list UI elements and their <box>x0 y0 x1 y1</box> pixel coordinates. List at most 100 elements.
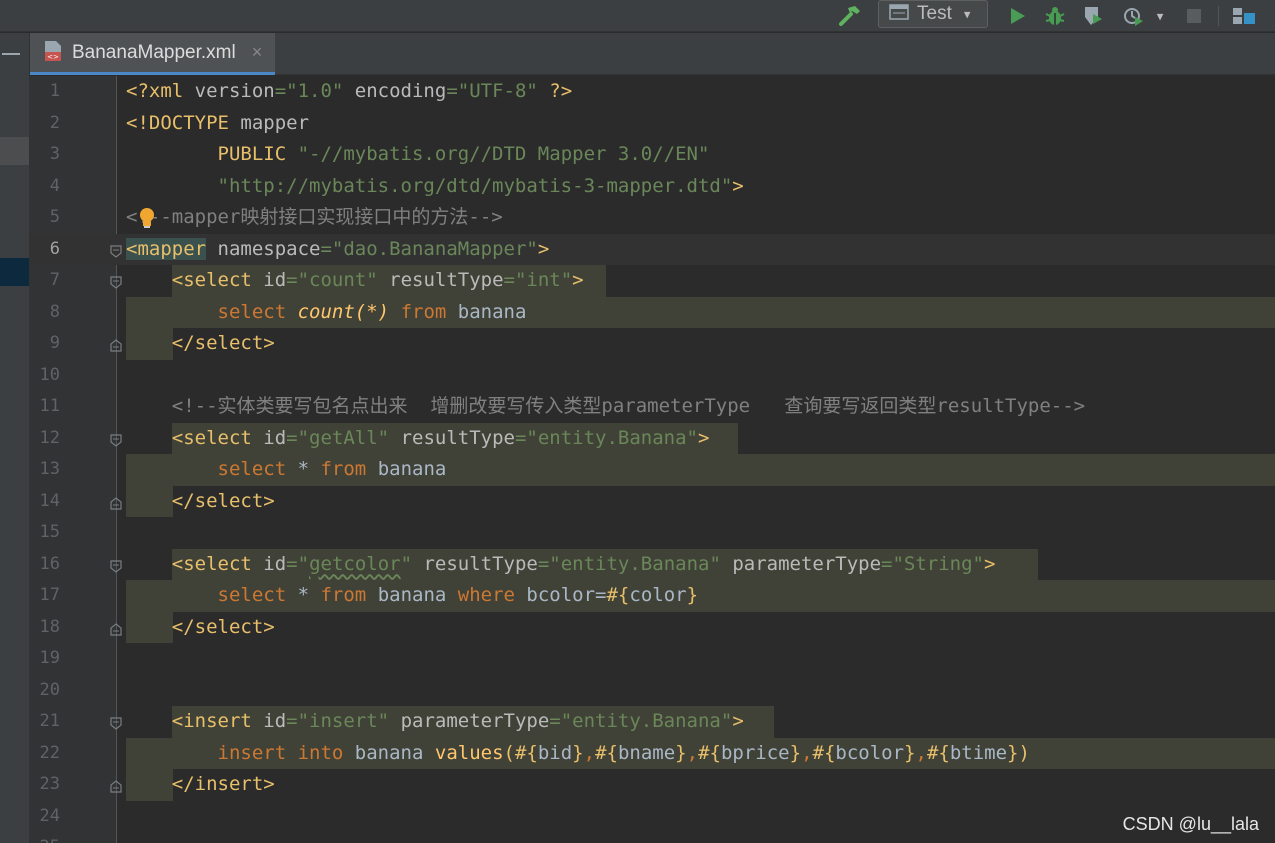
fold-icon[interactable] <box>110 621 122 636</box>
profile-icon[interactable] <box>1120 3 1146 29</box>
project-panel-strip <box>0 33 30 843</box>
line-number: 23 <box>39 774 60 794</box>
code-line: 11 <!--实体类要写包名点出来 增删改要写传入类型parameterType… <box>30 391 1275 423</box>
line-number: 20 <box>39 679 60 700</box>
debug-icon[interactable] <box>1042 3 1068 29</box>
line-number: 8 <box>49 301 60 322</box>
tab-banana-mapper-xml[interactable]: <> BananaMapper.xml × <box>30 33 275 75</box>
code-line: 23 </insert> <box>30 769 1275 801</box>
code-line: 15 <box>30 517 1275 549</box>
chevron-down-icon[interactable]: ▼ <box>1152 3 1168 29</box>
code-line: 2 <!DOCTYPE mapper <box>30 108 1275 140</box>
line-number: 14 <box>39 490 60 511</box>
fold-icon[interactable] <box>110 558 122 573</box>
code-line-current: 6 <mapper namespace="dao.BananaMapper"> <box>30 233 1275 265</box>
coverage-icon[interactable] <box>1080 3 1106 29</box>
code-line: 16 <select id="getcolor" resultType="ent… <box>30 548 1275 580</box>
line-number: 12 <box>39 427 60 448</box>
line-text: <insert id="insert" parameterType="entit… <box>171 710 744 732</box>
run-config-label: Test <box>917 3 952 24</box>
line-number: 21 <box>39 711 60 731</box>
code-line: 18 </select> <box>30 611 1275 643</box>
main-toolbar: Test ▼ ▼ <box>0 0 1275 32</box>
code-line: 3 PUBLIC "-//mybatis.org//DTD Mapper 3.0… <box>30 139 1275 171</box>
fold-icon[interactable] <box>110 495 122 510</box>
line-text: select * from banana where bcolor=#{colo… <box>217 584 699 606</box>
line-number: 10 <box>39 364 60 385</box>
line-number: 15 <box>39 522 60 542</box>
code-line: 21 <insert id="insert" parameterType="en… <box>30 706 1275 738</box>
fold-icon[interactable] <box>110 432 122 447</box>
line-text: PUBLIC "-//mybatis.org//DTD Mapper 3.0//… <box>217 143 710 165</box>
line-text: <!DOCTYPE mapper <box>126 111 310 134</box>
collapse-icon[interactable] <box>2 53 20 55</box>
code-editor[interactable]: 1 <?xml version="1.0" encoding="UTF-8" ?… <box>30 76 1275 843</box>
line-text: <!--实体类要写包名点出来 增删改要写传入类型parameterType 查询… <box>126 395 1086 417</box>
stop-icon[interactable] <box>1182 3 1206 29</box>
close-icon[interactable]: × <box>252 42 263 63</box>
code-line: 20 <box>30 675 1275 707</box>
code-line: 24 <box>30 801 1275 833</box>
run-icon[interactable] <box>1004 3 1030 29</box>
line-number: 25 <box>30 832 60 843</box>
line-number: 5 <box>49 207 60 227</box>
fold-icon[interactable] <box>110 778 122 793</box>
code-line: 8 select count(*) from banana <box>30 296 1275 328</box>
line-text: <select id="count" resultType="int"> <box>171 269 584 291</box>
fold-icon[interactable] <box>110 274 122 289</box>
code-line: 25 <box>30 832 1275 843</box>
chevron-down-icon: ▼ <box>963 7 971 21</box>
editor-tab-bar: <> BananaMapper.xml × <box>30 33 1275 75</box>
code-line: 4 "http://mybatis.org/dtd/mybatis-3-mapp… <box>30 171 1275 203</box>
hammer-icon[interactable] <box>836 3 864 29</box>
line-text: <!--mapper映射接口实现接口中的方法--> <box>126 206 503 228</box>
line-number: 1 <box>49 81 60 101</box>
line-text: </select> <box>171 615 275 638</box>
code-line: 22 insert into banana values(#{bid},#{bn… <box>30 737 1275 769</box>
line-number: 24 <box>39 805 60 826</box>
line-number: 11 <box>39 396 60 416</box>
code-line: 13 select * from banana <box>30 454 1275 486</box>
line-text: <select id="getAll" resultType="entity.B… <box>171 426 710 449</box>
code-line: 17 select * from banana where bcolor=#{c… <box>30 580 1275 612</box>
code-line: 19 <box>30 643 1275 675</box>
line-text: <select id="getcolor" resultType="entity… <box>171 552 996 575</box>
line-text: <?xml version="1.0" encoding="UTF-8" ?> <box>126 80 573 102</box>
project-structure-icon[interactable] <box>1230 3 1258 29</box>
code-line: 10 <box>30 360 1275 392</box>
code-line: 1 <?xml version="1.0" encoding="UTF-8" ?… <box>30 76 1275 108</box>
line-number: 22 <box>39 742 60 763</box>
line-text: insert into banana values(#{bid},#{bname… <box>217 741 1030 764</box>
line-text: "http://mybatis.org/dtd/mybatis-3-mapper… <box>217 174 744 197</box>
run-config-icon <box>889 4 909 24</box>
line-text: select count(*) from banana <box>217 300 527 323</box>
line-number: 2 <box>49 112 60 133</box>
line-number: 16 <box>39 553 60 574</box>
line-text: </select> <box>171 489 275 512</box>
line-number: 9 <box>49 333 60 353</box>
line-text: </insert> <box>171 773 275 795</box>
code-line: 7 <select id="count" resultType="int"> <box>30 265 1275 297</box>
watermark: CSDN @lu__lala <box>1122 814 1259 834</box>
code-line: 5 <!--mapper映射接口实现接口中的方法--> <box>30 202 1275 234</box>
line-text: <mapper namespace="dao.BananaMapper"> <box>126 237 550 260</box>
line-text: </select> <box>171 332 275 354</box>
line-number: 6 <box>49 238 60 259</box>
lightbulb-icon[interactable] <box>137 207 157 233</box>
fold-icon[interactable] <box>110 337 122 352</box>
xml-file-icon: <> <box>42 40 64 66</box>
svg-text:<>: <> <box>47 53 59 61</box>
line-number: 17 <box>39 585 60 605</box>
code-line: 9 </select> <box>30 328 1275 360</box>
code-line: 14 </select> <box>30 485 1275 517</box>
fold-icon[interactable] <box>110 715 122 730</box>
line-number: 3 <box>49 144 60 164</box>
line-number: 4 <box>49 175 60 196</box>
fold-icon[interactable] <box>110 243 122 258</box>
tab-label: BananaMapper.xml <box>72 41 236 63</box>
line-text: select * from banana <box>217 458 447 480</box>
line-number: 18 <box>39 616 60 637</box>
line-number: 19 <box>39 648 60 668</box>
run-config-selector[interactable]: Test ▼ <box>878 0 988 28</box>
line-number: 13 <box>39 459 60 479</box>
